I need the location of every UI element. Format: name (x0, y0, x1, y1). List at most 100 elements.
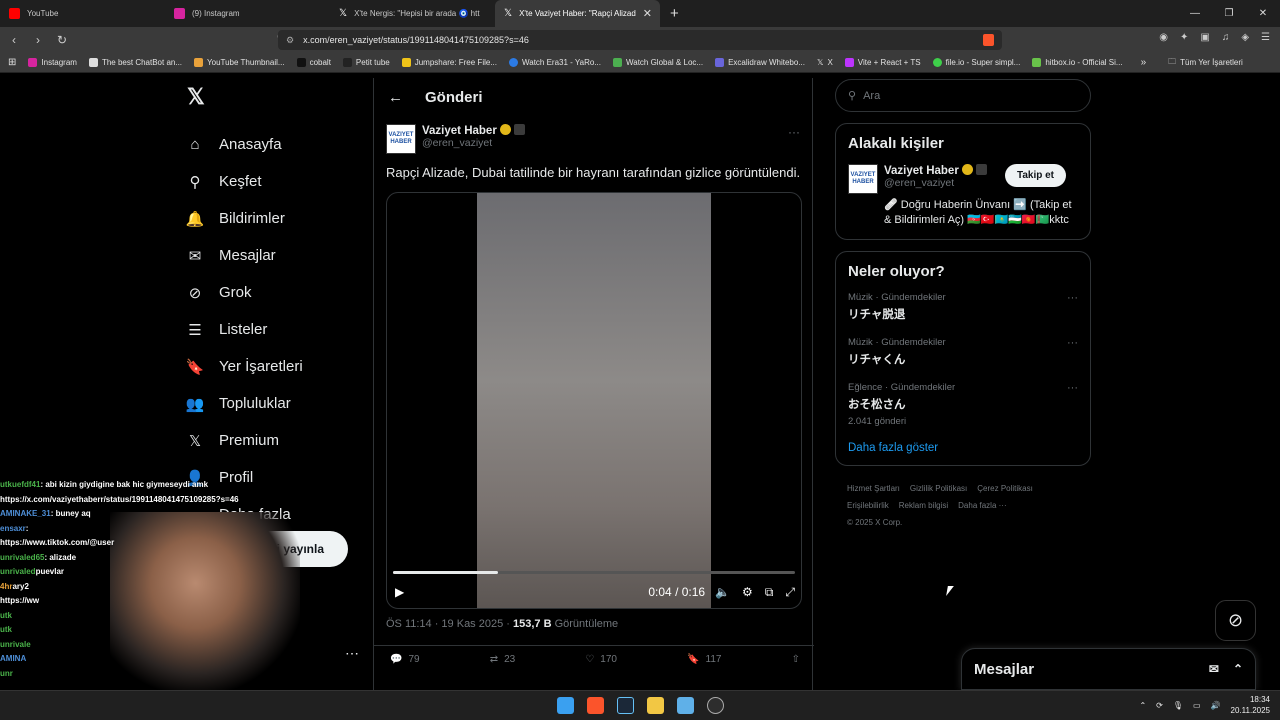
bookmark-item[interactable]: YouTube Thumbnail... (194, 58, 285, 67)
url-text[interactable]: x.com/eren_vaziyet/status/19911480414751… (303, 35, 529, 45)
bookmark-item[interactable]: Petit tube (342, 58, 390, 67)
bookmark-item[interactable]: The best ChatBot an... (88, 58, 182, 67)
like-button[interactable]: ♡ 170 (585, 654, 617, 665)
nav-grok[interactable]: ⊘ Grok (185, 274, 375, 311)
extensions-icon[interactable]: ✦ (1180, 32, 1188, 43)
photos-icon[interactable] (677, 697, 694, 714)
sync-icon[interactable]: ⟳ (1156, 701, 1163, 710)
author-handle[interactable]: @eren_vaziyet (422, 137, 525, 149)
wallet-icon[interactable]: ◈ (1241, 32, 1249, 43)
messages-dock[interactable]: Mesajlar ✉ ⌃ (961, 648, 1256, 690)
window-close-icon[interactable]: ✕ (1246, 8, 1280, 19)
trend-more-icon[interactable]: ··· (1067, 382, 1078, 394)
display-icon[interactable]: ▭ (1193, 701, 1201, 710)
back-arrow-icon[interactable]: ← (388, 89, 403, 106)
tab-x-nergis[interactable]: 𝕏 X'te Nergis: "Hepisi bir arada 🧿 htt (330, 0, 495, 27)
search-input[interactable]: ⚲ Ara (835, 79, 1091, 112)
repost-button[interactable]: ⇄ 23 (490, 654, 516, 665)
bookmark-item[interactable]: Watch Global & Loc... (612, 58, 703, 67)
expand-icon[interactable]: ⌃ (1233, 662, 1243, 676)
picture-in-picture-icon[interactable]: ⧉ (765, 585, 774, 600)
sidebar-toggle-icon[interactable]: ▣ (1200, 32, 1209, 43)
video-player[interactable]: ▶ 0:04 / 0:16 🔈 ⚙ ⧉ ⤢ (386, 192, 802, 609)
nav-home[interactable]: ⌂ Anasayfa (185, 126, 375, 163)
avatar[interactable]: VAZIYET HABER (386, 124, 416, 154)
extension-icon[interactable]: ◉ (1159, 32, 1168, 43)
account-more-icon[interactable]: ⋯ (345, 645, 359, 662)
post-more-icon[interactable]: ··· (788, 125, 800, 139)
tab-instagram[interactable]: (9) Instagram (165, 0, 330, 27)
follow-button[interactable]: Takip et (1004, 164, 1066, 187)
bookmark-item[interactable]: Watch Era31 - YaRo... (508, 58, 601, 67)
show-more-link[interactable]: Daha fazla göster (848, 442, 1078, 454)
share-button[interactable]: ⇧ (792, 654, 800, 665)
nav-explore[interactable]: ⚲ Keşfet (185, 163, 375, 200)
footer-link[interactable]: Gizlilik Politikası (910, 484, 967, 493)
bookmark-item[interactable]: hitbox.io - Official Si... (1032, 58, 1123, 67)
video-frame[interactable] (477, 193, 711, 608)
trend-item[interactable]: Müzik · Gündemdekiler リチャ脱退 ··· (848, 292, 1078, 322)
nav-bookmarks[interactable]: 🔖 Yer İşaretleri (185, 348, 375, 385)
brave-shield-icon[interactable] (983, 34, 994, 46)
brave-browser-icon[interactable] (587, 697, 604, 714)
tab-x-vaziyet-haber[interactable]: 𝕏 X'te Vaziyet Haber: "Rapçi Alizad ✕ (495, 0, 660, 27)
tab-youtube[interactable]: YouTube (0, 0, 165, 27)
grok-floating-button[interactable]: ⊘ (1215, 600, 1256, 641)
bookmark-item[interactable]: cobalt (296, 58, 331, 67)
bookmark-item[interactable]: Instagram (28, 58, 77, 67)
clock[interactable]: 18:34 20.11.2025 (1231, 694, 1270, 716)
obs-icon[interactable] (707, 697, 724, 714)
trend-item[interactable]: Müzik · Gündemdekiler リチャくん ··· (848, 337, 1078, 367)
footer-link[interactable]: Çerez Politikası (977, 484, 1033, 493)
nav-lists[interactable]: ☰ Listeler (185, 311, 375, 348)
new-tab-button[interactable]: + (670, 5, 679, 22)
url-bar[interactable]: ⚙ x.com/eren_vaziyet/status/199114804147… (278, 30, 1002, 50)
chevron-up-icon[interactable]: ⌃ (1139, 701, 1146, 710)
footer-link[interactable]: Reklam bilgisi (899, 501, 948, 510)
related-person[interactable]: VAZIYET HABER Vaziyet Haber @eren_vaziye… (848, 164, 1078, 194)
bookmark-item[interactable]: Jumpshare: Free File... (401, 58, 497, 67)
reload-icon[interactable]: ↻ (52, 33, 72, 47)
windows-start-icon[interactable] (557, 697, 574, 714)
bookmark-item[interactable]: Excalidraw Whitebo... (715, 58, 805, 67)
file-explorer-icon[interactable] (647, 697, 664, 714)
post-author[interactable]: VAZIYET HABER Vaziyet Haber @eren_vaziye… (386, 124, 525, 154)
bookmark-item[interactable]: Vite + React + TS (844, 58, 921, 67)
fullscreen-icon[interactable]: ⤢ (785, 585, 795, 600)
bookmark-button[interactable]: 🔖 117 (687, 654, 721, 665)
trend-more-icon[interactable]: ··· (1067, 337, 1078, 349)
bookmark-item[interactable]: 𝕏X (817, 58, 833, 67)
reply-button[interactable]: 💬 79 (390, 654, 420, 665)
site-info-icon[interactable]: ⚙ (286, 35, 294, 46)
all-bookmarks-folder[interactable]: 🗀 Tüm Yer İşaretleri (1168, 56, 1243, 70)
trend-item[interactable]: Eğlence · Gündemdekiler おそ松さん 2.041 gönd… (848, 382, 1078, 427)
forward-icon[interactable]: › (28, 33, 48, 47)
volume-icon[interactable]: 🔈 (715, 585, 730, 599)
media-icon[interactable]: ♫ (1222, 32, 1230, 43)
related-handle[interactable]: @eren_vaziyet (884, 177, 987, 189)
trend-more-icon[interactable]: ··· (1067, 292, 1078, 304)
back-icon[interactable]: ‹ (4, 33, 24, 47)
close-tab-icon[interactable]: ✕ (643, 7, 652, 20)
nav-messages[interactable]: ✉ Mesajlar (185, 237, 375, 274)
speaker-icon[interactable]: 🔊 (1211, 701, 1221, 710)
x-logo-icon[interactable]: 𝕏 (187, 84, 375, 110)
related-name[interactable]: Vaziyet Haber (884, 164, 987, 177)
settings-icon[interactable]: ⚙ (742, 585, 753, 599)
minimize-icon[interactable]: — (1178, 8, 1212, 19)
chevron-right-icon[interactable]: » (1141, 57, 1147, 68)
steam-icon[interactable] (617, 697, 634, 714)
video-progress-bar[interactable] (393, 571, 795, 574)
avatar[interactable]: VAZIYET HABER (848, 164, 878, 194)
nav-communities[interactable]: 👥 Topluluklar (185, 385, 375, 422)
footer-link[interactable]: Hizmet Şartları (847, 484, 900, 493)
footer-link[interactable]: Erişilebilirlik (847, 501, 889, 510)
nav-notifications[interactable]: 🔔 Bildirimler (185, 200, 375, 237)
menu-icon[interactable]: ☰ (1261, 32, 1270, 43)
maximize-icon[interactable]: ❐ (1212, 8, 1246, 19)
microphone-icon[interactable]: 🎙 (1173, 701, 1183, 710)
apps-icon[interactable]: ⊞ (8, 57, 16, 68)
nav-premium[interactable]: 𝕏 Premium (185, 422, 375, 459)
author-name[interactable]: Vaziyet Haber (422, 124, 525, 137)
new-message-icon[interactable]: ✉ (1209, 662, 1219, 676)
